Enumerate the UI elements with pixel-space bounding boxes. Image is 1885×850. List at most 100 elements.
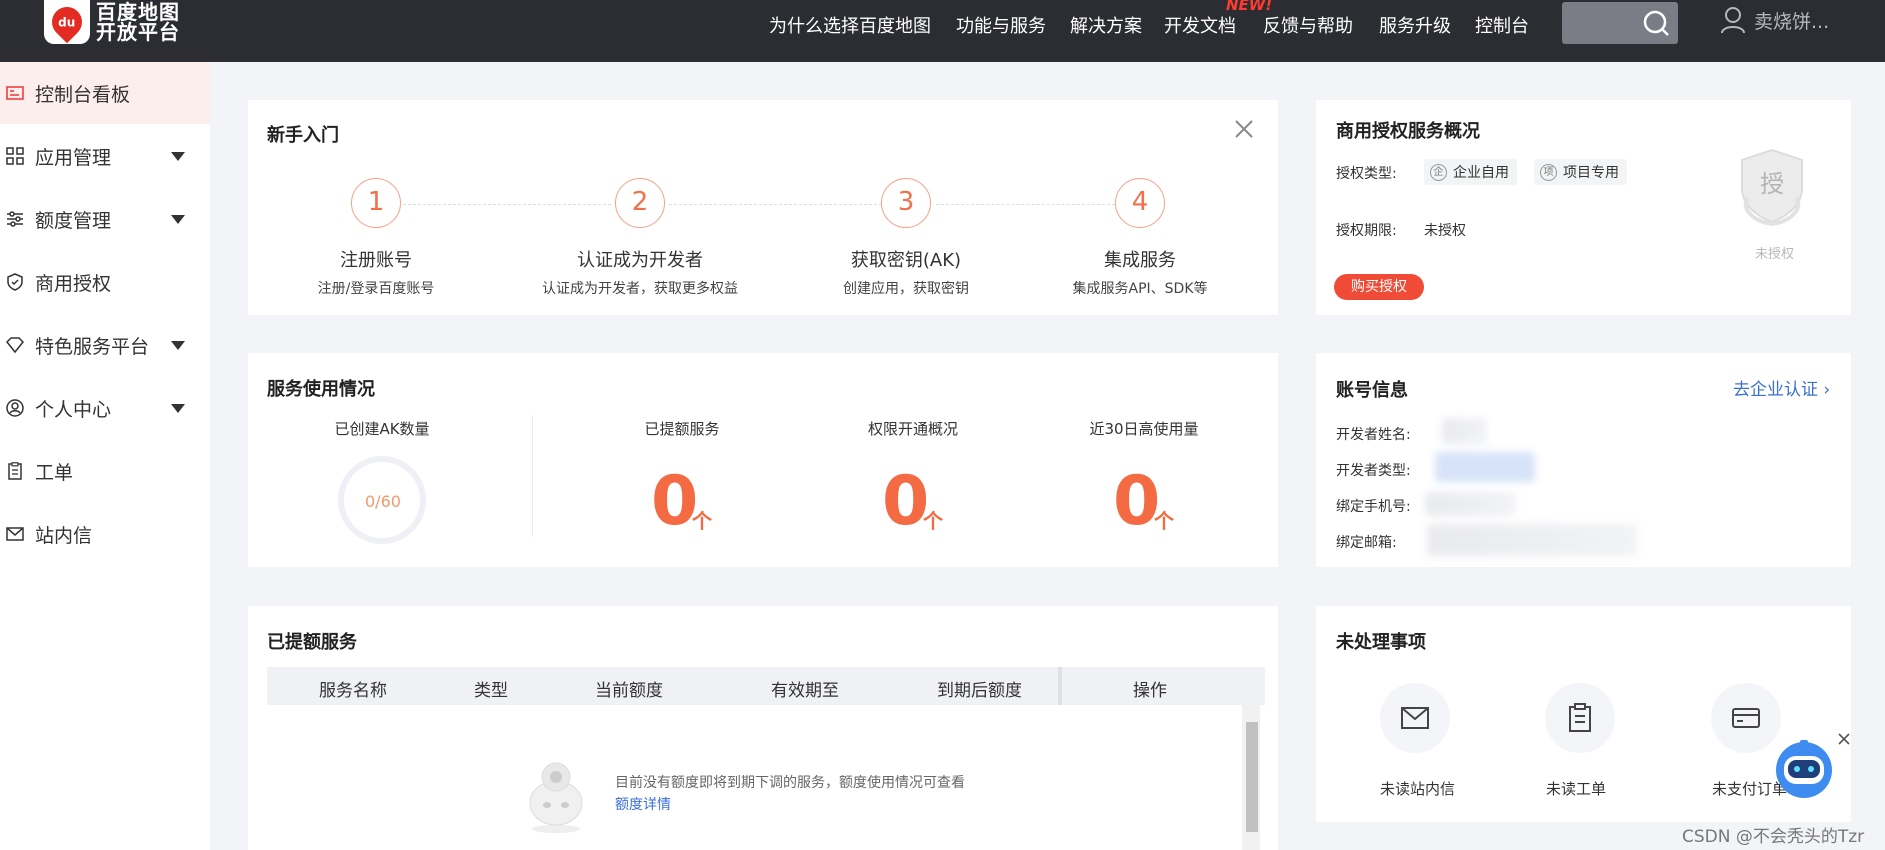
baidu-map-logo[interactable]: du 百度地图 开放平台 <box>44 0 180 44</box>
nav-why-baidu[interactable]: 为什么选择百度地图 <box>769 12 931 38</box>
logo-line-1: 百度地图 <box>96 0 180 24</box>
email-value <box>1427 524 1637 556</box>
logo-mark-text: du <box>58 15 76 30</box>
unread-messages-button[interactable] <box>1380 683 1450 753</box>
scrollbar-thumb[interactable] <box>1246 722 1258 832</box>
nav-docs[interactable]: 开发文档 <box>1164 12 1236 38</box>
license-badge-char: 授 <box>1760 170 1784 198</box>
search-input[interactable] <box>1562 2 1678 44</box>
sidebar-label: 特色服务平台 <box>35 336 150 358</box>
column-header: 当前额度 <box>595 681 663 701</box>
map-pin-icon: du <box>45 0 89 44</box>
sidebar-item-featured[interactable]: 特色服务平台 <box>0 314 210 376</box>
developer-type-label: 开发者类型: <box>1336 463 1411 479</box>
nav-features[interactable]: 功能与服务 <box>956 12 1046 38</box>
usage-divider <box>532 415 533 537</box>
developer-name-value <box>1442 418 1487 444</box>
csdn-watermark: CSDN @不会秃头的Tzr <box>1682 827 1865 847</box>
onboarding-step-2[interactable]: 2 认证成为开发者 认证成为开发者，获取更多权益 <box>525 178 755 298</box>
chevron-down-icon[interactable] <box>171 152 185 161</box>
license-period-value: 未授权 <box>1424 223 1466 239</box>
quota-services-title: 已提额服务 <box>267 632 357 653</box>
step-title: 获取密钥(AK) <box>850 250 962 271</box>
sidebar-item-apps[interactable]: 应用管理 <box>0 125 210 187</box>
todo-label: 未读工单 <box>1546 780 1607 798</box>
sidebar-label: 应用管理 <box>35 147 112 169</box>
mail-icon <box>6 527 24 541</box>
sidebar: 控制台看板 应用管理 额度管理 商用授权 特色服务平台 个人中心 工单 站内信 <box>0 62 210 850</box>
step-number: 2 <box>615 178 665 228</box>
enterprise-icon: 企 <box>1430 163 1447 181</box>
logo-mark: du <box>44 0 90 44</box>
onboarding-step-1[interactable]: 1 注册账号 注册/登录百度账号 <box>261 178 491 298</box>
empty-state-text: 目前没有额度即将到期下调的服务，额度使用情况可查看 <box>615 775 965 791</box>
sidebar-label: 个人中心 <box>35 399 112 421</box>
stat-label: 权限开通概况 <box>867 420 958 438</box>
enterprise-verify-text: 去企业认证 <box>1733 380 1818 400</box>
email-label: 绑定邮箱: <box>1336 535 1397 551</box>
onboarding-step-3[interactable]: 3 获取密钥(AK) 创建应用，获取密钥 <box>791 178 1021 298</box>
dashboard-icon <box>6 86 24 100</box>
step-subtitle: 注册/登录百度账号 <box>317 281 435 297</box>
license-type-label: 授权类型: <box>1336 166 1397 182</box>
chevron-down-icon[interactable] <box>171 341 185 350</box>
ak-count-value: 0/60 <box>365 492 401 511</box>
tag-label: 企业自用 <box>1453 165 1509 181</box>
license-period-label: 授权期限: <box>1336 223 1397 239</box>
tag-enterprise[interactable]: 企 企业自用 <box>1424 159 1517 185</box>
user-menu[interactable]: 卖烧饼... <box>1720 6 1829 34</box>
chevron-down-icon[interactable] <box>171 404 185 413</box>
sidebar-item-tickets[interactable]: 工单 <box>0 440 210 502</box>
nav-feedback[interactable]: 反馈与帮助 <box>1263 12 1353 38</box>
tag-project[interactable]: 项 项目专用 <box>1534 159 1627 185</box>
usage-title: 服务使用情况 <box>267 379 375 400</box>
gem-icon <box>6 337 24 354</box>
nav-console[interactable]: 控制台 <box>1475 12 1529 38</box>
user-name: 卖烧饼... <box>1754 10 1830 33</box>
sidebar-item-quota[interactable]: 额度管理 <box>0 188 210 250</box>
unread-tickets-button[interactable] <box>1545 683 1615 753</box>
enterprise-verify-link[interactable]: 去企业认证 › <box>1733 375 1830 400</box>
project-icon: 项 <box>1540 163 1557 181</box>
nav-upgrade[interactable]: 服务升级 <box>1379 12 1451 38</box>
buy-license-button[interactable]: 购买授权 <box>1334 274 1424 300</box>
close-assistant-icon[interactable] <box>1838 733 1850 745</box>
sidebar-label: 工单 <box>35 462 74 484</box>
stat-unit: 个 <box>1154 509 1174 533</box>
user-circle-icon <box>6 399 24 417</box>
onboarding-step-4[interactable]: 4 集成服务 集成服务API、SDK等 <box>1025 178 1255 298</box>
phone-value <box>1425 492 1515 516</box>
sidebar-item-messages[interactable]: 站内信 <box>0 503 210 565</box>
assistant-robot-icon[interactable] <box>1772 736 1836 800</box>
sidebar-label: 控制台看板 <box>35 84 131 106</box>
chevron-down-icon[interactable] <box>171 215 185 224</box>
quota-services-card <box>248 606 1278 850</box>
license-badge-label: 未授权 <box>1755 247 1795 262</box>
logo-line-2: 开放平台 <box>96 20 180 44</box>
unpaid-orders-button[interactable] <box>1711 683 1781 753</box>
quota-details-link[interactable]: 额度详情 <box>615 794 671 814</box>
step-number: 3 <box>881 178 931 228</box>
step-subtitle: 集成服务API、SDK等 <box>1072 281 1208 297</box>
nav-solutions[interactable]: 解决方案 <box>1070 12 1142 38</box>
logo-text: 百度地图 开放平台 <box>96 2 180 42</box>
onboarding-title: 新手入门 <box>267 125 339 146</box>
stat-label: 已提额服务 <box>644 420 720 438</box>
column-resizer[interactable] <box>1058 667 1062 705</box>
shield-icon <box>7 273 23 291</box>
sidebar-item-profile[interactable]: 个人中心 <box>0 377 210 439</box>
envelope-icon <box>1401 707 1429 729</box>
sidebar-item-license[interactable]: 商用授权 <box>0 251 210 313</box>
sidebar-label: 站内信 <box>35 525 93 547</box>
sidebar-item-dashboard[interactable]: 控制台看板 <box>0 62 210 124</box>
stat-unit: 个 <box>923 509 943 533</box>
stat-label: 近30日高使用量 <box>1089 420 1199 438</box>
license-badge-icon: 授 <box>1741 148 1803 227</box>
top-bar: du 百度地图 开放平台 为什么选择百度地图 功能与服务 解决方案 开发文档 N… <box>0 0 1885 62</box>
search-icon[interactable] <box>1642 9 1670 37</box>
step-number: 1 <box>351 178 401 228</box>
column-header: 类型 <box>474 681 508 701</box>
close-icon[interactable] <box>1234 119 1254 139</box>
clipboard-icon <box>8 462 22 480</box>
step-title: 注册账号 <box>340 250 412 271</box>
